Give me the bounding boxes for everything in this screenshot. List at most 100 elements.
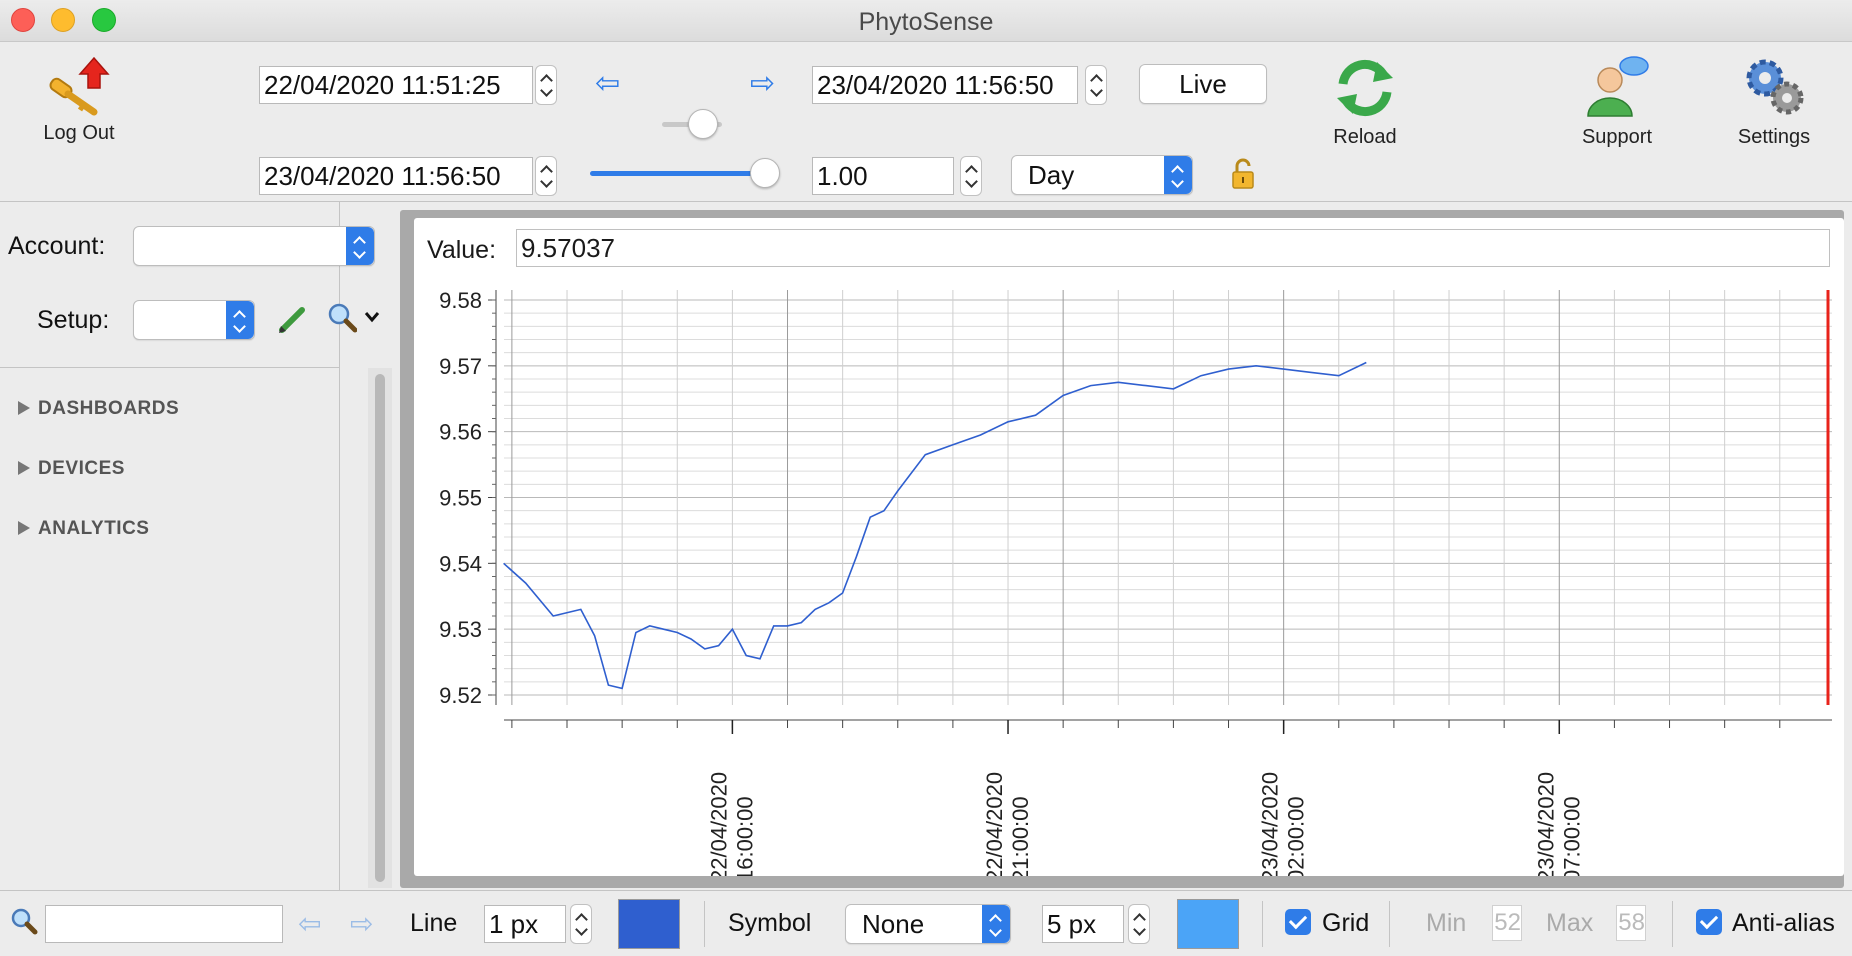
end-datetime-stepper[interactable]: [1085, 65, 1107, 105]
reload-label: Reload: [1333, 126, 1397, 148]
period-select[interactable]: Day: [1011, 155, 1193, 195]
line-label: Line: [410, 909, 458, 937]
symbol-size-stepper[interactable]: [1128, 904, 1150, 944]
search-prev-arrow-icon[interactable]: ⇦: [298, 909, 321, 939]
symbol-select-value: None: [862, 909, 925, 939]
support-user-icon: [1587, 56, 1649, 117]
select-caret-icon: [346, 227, 374, 265]
edit-pencil-icon[interactable]: [276, 304, 308, 336]
x-tick-label: 23/04/2020 02:00:00: [1258, 772, 1309, 876]
setup-label: Setup:: [37, 306, 110, 334]
chevron-down-icon[interactable]: [363, 310, 381, 324]
y-tick-label: 9.55: [439, 486, 482, 511]
line-width-field[interactable]: 1 px: [484, 905, 566, 943]
zoom-value-stepper[interactable]: [960, 156, 982, 196]
zoom-value-field[interactable]: 1.00: [812, 157, 954, 195]
select-caret-icon: [226, 301, 254, 339]
tree-item-analytics[interactable]: ANALYTICS: [18, 518, 149, 540]
step-back-arrow-icon[interactable]: ⇦: [595, 69, 620, 99]
max-label: Max: [1546, 909, 1594, 937]
value-field: 9.57037: [516, 229, 1830, 267]
x-tick-time: 02:00:00: [1284, 796, 1309, 876]
disclosure-triangle-icon: [18, 461, 30, 475]
start-datetime-stepper[interactable]: [535, 65, 557, 105]
y-tick-label: 9.52: [439, 683, 482, 708]
x-tick-date: 23/04/2020: [1258, 772, 1283, 876]
sidebar-scrollbar-thumb[interactable]: [375, 374, 385, 882]
settings-button[interactable]: Settings: [1724, 52, 1824, 149]
disclosure-triangle-icon: [18, 521, 30, 535]
logout-label: Log Out: [43, 122, 115, 144]
tree-item-label: ANALYTICS: [38, 518, 150, 539]
separator: [1389, 901, 1390, 947]
account-select[interactable]: [133, 226, 375, 266]
separator: [1672, 901, 1673, 947]
settings-label: Settings: [1737, 126, 1811, 148]
separator: [704, 901, 705, 947]
search-icon[interactable]: [327, 302, 357, 334]
sidebar-scrollbar[interactable]: [368, 368, 392, 888]
support-label: Support: [1581, 126, 1653, 148]
y-tick-label: 9.54: [439, 551, 482, 576]
grid-checkbox[interactable]: [1285, 909, 1311, 935]
start-datetime-field[interactable]: 22/04/2020 11:51:25: [259, 66, 533, 104]
line-chart[interactable]: 9.589.579.569.559.549.539.52 22/04/2020 1…: [414, 280, 1844, 876]
window-title: PhytoSense: [858, 8, 994, 36]
y-axis: 9.58 9.57 9.56 9.55 9.54 9.53 9.52: [439, 288, 497, 708]
disclosure-triangle-icon: [18, 401, 30, 415]
key-logout-icon: [49, 56, 110, 116]
title-bar: PhytoSense: [0, 0, 1852, 42]
tree-item-label: DASHBOARDS: [38, 398, 180, 419]
support-button[interactable]: Support: [1567, 52, 1667, 149]
y-tick-label: 9.53: [439, 617, 482, 642]
x-tick-time: 21:00:00: [1008, 796, 1033, 876]
antialias-checkbox[interactable]: [1696, 909, 1722, 935]
range-slider-track[interactable]: [590, 171, 766, 176]
min-label: Min: [1426, 909, 1467, 937]
x-tick-time: 16:00:00: [732, 796, 757, 876]
chart-grid: [504, 290, 1832, 705]
logout-button[interactable]: Log Out: [20, 52, 138, 145]
tree-item-label: DEVICES: [38, 458, 125, 479]
select-caret-icon: [1164, 156, 1192, 194]
bottom-bar: ⇦ ⇨ Line 1 px Symbol None 5 px Grid Min …: [0, 890, 1852, 956]
step-forward-arrow-icon[interactable]: ⇨: [750, 69, 775, 99]
separator: [1262, 901, 1263, 947]
line-width-stepper[interactable]: [570, 904, 592, 944]
line-color-swatch[interactable]: [618, 899, 680, 949]
x-tick-label: 22/04/2020 21:00:00: [982, 772, 1033, 876]
x-tick-date: 22/04/2020: [982, 772, 1007, 876]
refresh-icon: [1337, 60, 1393, 116]
sidebar: Account: Setup: DASHBOARDS DEVICES ANALY…: [0, 202, 380, 892]
y-tick-label: 9.58: [439, 288, 482, 313]
symbol-color-swatch[interactable]: [1177, 899, 1239, 949]
tree-item-devices[interactable]: DEVICES: [18, 458, 125, 480]
cursor-datetime-stepper[interactable]: [535, 156, 557, 196]
account-label: Account:: [8, 232, 106, 260]
x-axis: 22/04/2020 16:00:00 22/04/2020 21:00:00 23/0…: [504, 719, 1832, 876]
gear-icon: [1746, 59, 1804, 115]
lock-open-icon[interactable]: [1231, 158, 1255, 190]
end-datetime-field[interactable]: 23/04/2020 11:56:50: [812, 66, 1078, 104]
antialias-label: Anti-alias: [1732, 909, 1835, 937]
min-field[interactable]: 52: [1492, 905, 1522, 941]
symbol-select[interactable]: None: [845, 904, 1011, 944]
y-tick-label: 9.56: [439, 420, 482, 445]
value-label: Value:: [427, 236, 497, 264]
cursor-slider-knob[interactable]: [688, 109, 718, 139]
x-tick-time: 07:00:00: [1559, 796, 1584, 876]
x-tick-date: 23/04/2020: [1533, 772, 1558, 876]
reload-button[interactable]: Reload: [1318, 56, 1412, 149]
tree-item-dashboards[interactable]: DASHBOARDS: [18, 398, 179, 420]
symbol-size-field[interactable]: 5 px: [1042, 905, 1124, 943]
period-select-value: Day: [1028, 160, 1075, 190]
search-next-arrow-icon[interactable]: ⇨: [350, 909, 373, 939]
x-tick-label: 22/04/2020 16:00:00: [706, 772, 757, 876]
live-button[interactable]: Live: [1139, 64, 1267, 104]
setup-select[interactable]: [133, 300, 255, 340]
search-icon: [11, 908, 38, 935]
max-field[interactable]: 58: [1616, 905, 1646, 941]
cursor-datetime-field[interactable]: 23/04/2020 11:56:50: [259, 157, 533, 195]
range-slider-knob[interactable]: [750, 158, 780, 188]
sidebar-search-input[interactable]: [45, 905, 283, 943]
